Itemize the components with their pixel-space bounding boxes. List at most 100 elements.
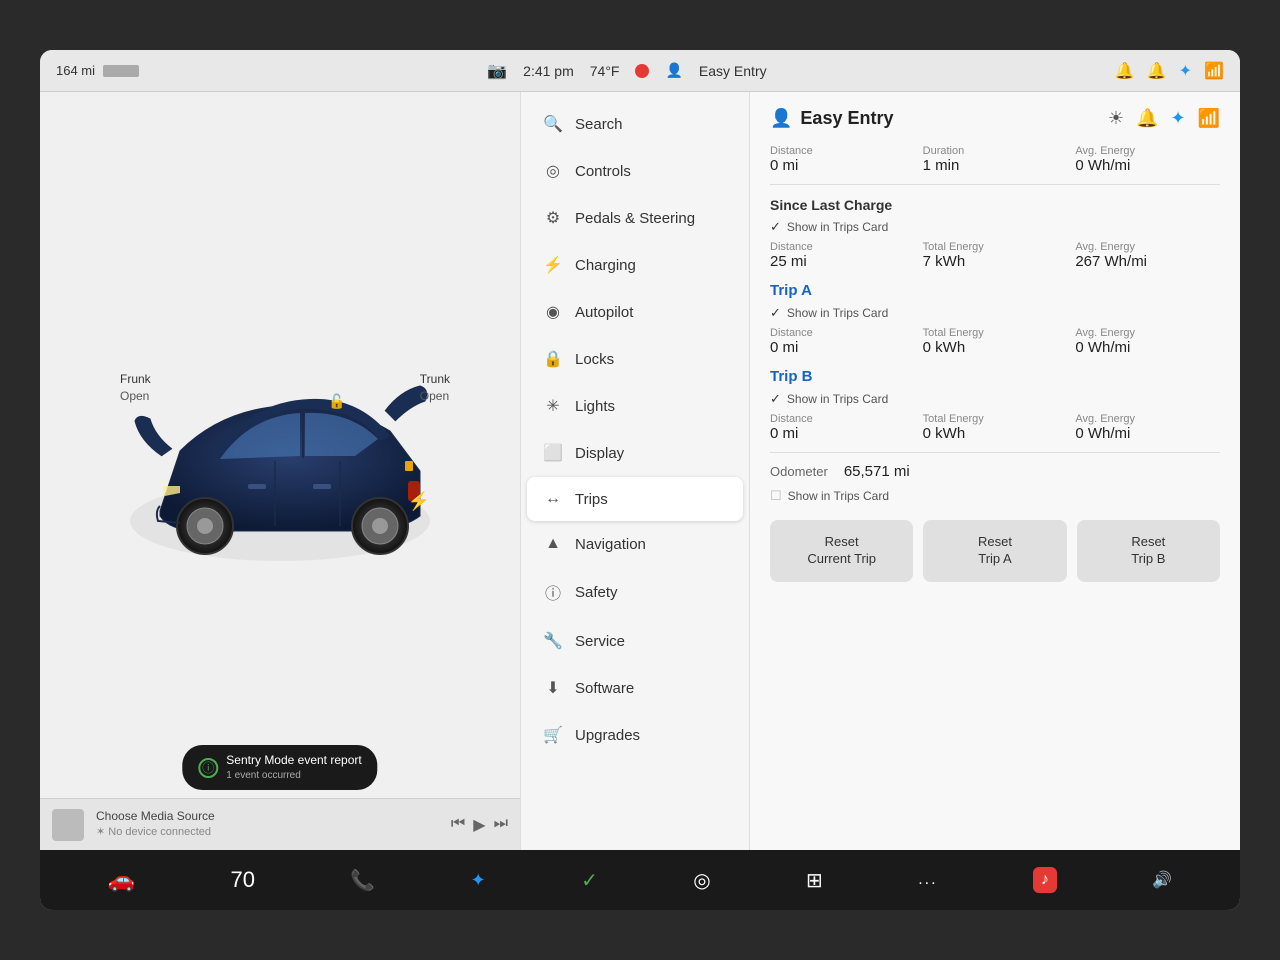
search-icon: 🔍 — [543, 114, 563, 134]
pedals-icon: ⚙ — [543, 208, 563, 228]
alert-icon: 🔔 — [1147, 61, 1167, 81]
taskbar-grid[interactable]: ⊞ — [806, 868, 823, 893]
bluetooth-icon: ✦ — [471, 870, 486, 891]
taskbar-music[interactable]: ♪ — [1033, 867, 1057, 893]
menu-item-trips[interactable]: ↔ Trips — [527, 477, 743, 521]
since-avg-energy-stat: Avg. Energy 267 Wh/mi — [1075, 241, 1220, 270]
navigation-icon: ▲ — [543, 535, 563, 553]
panel-header: 👤 Easy Entry ☀ 🔔 ✦ 📶 — [770, 108, 1220, 129]
current-duration-stat: Duration 1 min — [923, 145, 1068, 174]
menu-item-display[interactable]: ⬜ Display — [527, 430, 743, 476]
taskbar-phone[interactable]: 📞 — [350, 868, 375, 893]
taskbar-bluetooth[interactable]: ✦ — [471, 870, 486, 891]
menu-item-lights[interactable]: ✳ Lights — [527, 383, 743, 429]
charge-icon: ⚡ — [408, 491, 430, 512]
next-button[interactable]: ⏭ — [494, 815, 508, 835]
menu-item-pedals[interactable]: ⚙ Pedals & Steering — [527, 195, 743, 241]
trip-a-title: Trip A — [770, 282, 1220, 299]
battery-bar — [103, 65, 139, 77]
sun-icon: ☀ — [1108, 108, 1124, 129]
left-panel: Frunk Open Trunk Open — [40, 92, 520, 850]
time-display: 2:41 pm — [523, 63, 574, 79]
media-thumbnail — [52, 809, 84, 841]
reset-trip-b-button[interactable]: ResetTrip B — [1077, 520, 1220, 582]
panel-top-icons: ☀ 🔔 ✦ 📶 — [1108, 108, 1220, 129]
controls-label: Controls — [575, 163, 631, 180]
trip-b-stats: Distance 0 mi Total Energy 0 kWh Avg. En… — [770, 413, 1220, 442]
menu-item-search[interactable]: 🔍 Search — [527, 101, 743, 147]
frunk-label: Frunk Open — [120, 371, 151, 405]
svg-text:🔓: 🔓 — [328, 393, 345, 410]
odometer-check-icon: ☐ — [770, 488, 782, 504]
upgrades-icon: 🛒 — [543, 725, 563, 745]
reset-buttons: ResetCurrent Trip ResetTrip A ResetTrip … — [770, 520, 1220, 582]
current-trip-row: Distance 0 mi Duration 1 min Avg. Energy… — [770, 145, 1220, 174]
lights-label: Lights — [575, 398, 615, 415]
since-energy-stat: Total Energy 7 kWh — [923, 241, 1068, 270]
taskbar-steering[interactable]: ◎ — [693, 868, 710, 893]
play-button[interactable]: ▶ — [473, 815, 485, 835]
taskbar-dots[interactable]: ... — [918, 871, 937, 889]
since-show-trips-row[interactable]: ✓ Show in Trips Card — [770, 219, 1220, 235]
divider-2 — [770, 452, 1220, 453]
status-bar: 164 mi 📷 2:41 pm 74°F 👤 Easy Entry 🔔 🔔 ✦… — [40, 50, 1240, 92]
divider-1 — [770, 184, 1220, 185]
temp-display: 74°F — [590, 63, 620, 79]
bt-icon: ✦ — [1170, 108, 1185, 129]
menu-item-controls[interactable]: ◎ Controls — [527, 148, 743, 194]
camera-icon: 📷 — [487, 61, 507, 81]
car-icon: 🚗 — [108, 867, 135, 893]
phone-icon: 📞 — [350, 868, 375, 893]
charging-icon: ⚡ — [543, 255, 563, 275]
sentry-icon: ⓘ — [198, 758, 218, 778]
panel-title: 👤 Easy Entry — [770, 108, 893, 129]
service-label: Service — [575, 633, 625, 650]
signal2-icon: 📶 — [1198, 108, 1220, 129]
trip-b-check-icon: ✓ — [770, 391, 781, 407]
taskbar-volume[interactable]: 🔊 — [1152, 870, 1172, 890]
menu-item-service[interactable]: 🔧 Service — [527, 618, 743, 664]
odometer-show-trips-row[interactable]: ☐ Show in Trips Card — [770, 488, 1220, 504]
menu-item-autopilot[interactable]: ◉ Autopilot — [527, 289, 743, 335]
easy-entry-label: Easy Entry — [699, 63, 767, 79]
menu-item-navigation[interactable]: ▲ Navigation — [527, 522, 743, 566]
prev-button[interactable]: ⏮ — [451, 815, 465, 835]
trips-label: Trips — [575, 491, 608, 508]
trip-b-show-trips-row[interactable]: ✓ Show in Trips Card — [770, 391, 1220, 407]
software-icon: ⬇ — [543, 678, 563, 698]
trips-icon: ↔ — [543, 490, 563, 508]
current-energy-stat: Avg. Energy 0 Wh/mi — [1075, 145, 1220, 174]
menu-item-safety[interactable]: ⓘ Safety — [527, 567, 743, 617]
taskbar: 🚗 70 📞 ✦ ✓ ◎ ⊞ ... ♪ 🔊 — [40, 850, 1240, 910]
music-icon: ♪ — [1041, 871, 1049, 889]
trip-b-title: Trip B — [770, 368, 1220, 385]
title-user-icon: 👤 — [770, 108, 792, 129]
menu-item-software[interactable]: ⬇ Software — [527, 665, 743, 711]
upgrades-label: Upgrades — [575, 727, 640, 744]
alert-bell-icon: 🔔 — [1136, 108, 1158, 129]
locks-icon: 🔒 — [543, 349, 563, 369]
display-label: Display — [575, 445, 624, 462]
trip-a-check-icon: ✓ — [770, 305, 781, 321]
trip-b-energy-stat: Total Energy 0 kWh — [923, 413, 1068, 442]
since-check-icon: ✓ — [770, 219, 781, 235]
media-bar: Choose Media Source ✶ No device connecte… — [40, 798, 520, 850]
steering-icon: ◎ — [693, 868, 710, 893]
pedals-label: Pedals & Steering — [575, 210, 695, 227]
taskbar-check[interactable]: ✓ — [581, 868, 598, 893]
car-container: Frunk Open Trunk Open — [100, 331, 460, 611]
menu-item-upgrades[interactable]: 🛒 Upgrades — [527, 712, 743, 758]
menu-item-locks[interactable]: 🔒 Locks — [527, 336, 743, 382]
odometer-row: Odometer 65,571 mi — [770, 463, 1220, 480]
reset-trip-a-button[interactable]: ResetTrip A — [923, 520, 1066, 582]
check-icon: ✓ — [581, 868, 598, 893]
right-panel: 👤 Easy Entry ☀ 🔔 ✦ 📶 Distance 0 mi — [750, 92, 1240, 850]
trip-a-show-trips-row[interactable]: ✓ Show in Trips Card — [770, 305, 1220, 321]
signal-icon: 📶 — [1204, 61, 1224, 81]
menu-item-charging[interactable]: ⚡ Charging — [527, 242, 743, 288]
sentry-badge[interactable]: ⓘ Sentry Mode event report 1 event occur… — [182, 745, 377, 790]
taskbar-car[interactable]: 🚗 — [108, 867, 135, 893]
dots-icon: ... — [918, 871, 937, 889]
reset-current-trip-button[interactable]: ResetCurrent Trip — [770, 520, 913, 582]
trip-a-distance-stat: Distance 0 mi — [770, 327, 915, 356]
